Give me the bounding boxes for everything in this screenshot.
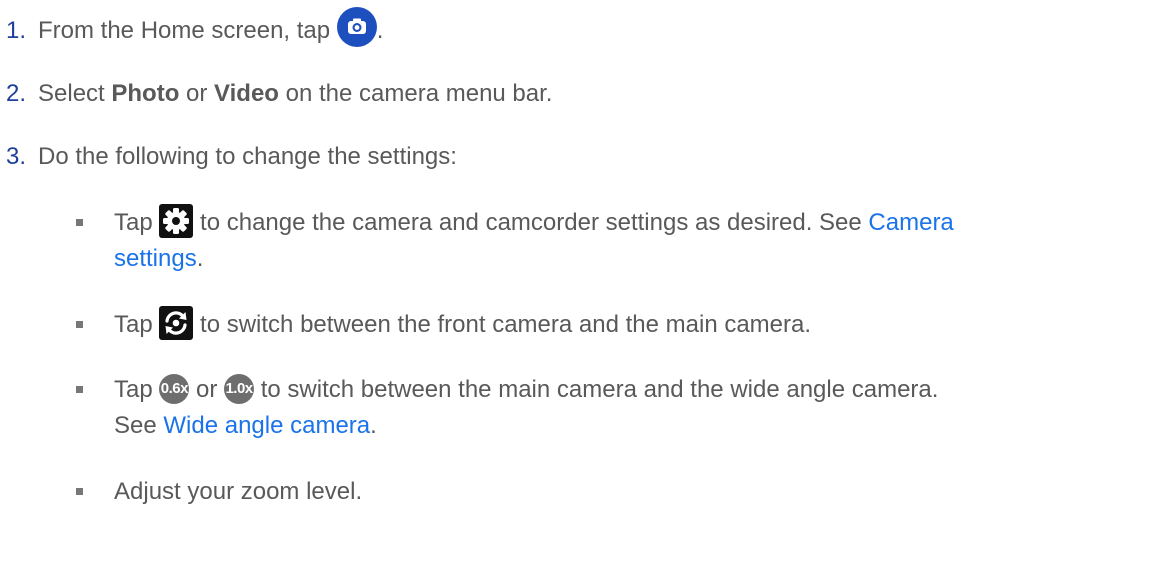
switch-camera-icon[interactable] <box>159 305 194 340</box>
gear-icon[interactable] <box>159 203 194 238</box>
bullet-text-end: . <box>370 412 377 439</box>
bullet-text-before: Tap <box>114 376 160 403</box>
zoom-1-0x-button[interactable]: 1.0x <box>224 373 255 404</box>
wide-angle-camera-link[interactable]: Wide angle camera <box>163 412 370 439</box>
step-text-before: From the Home screen, tap <box>38 17 337 44</box>
photo-mode-label: Photo <box>111 80 180 107</box>
step-text: From the Home screen, tap . <box>38 6 384 47</box>
step-text-after: . <box>376 17 384 44</box>
bullet-text: Tap to switch between the front camera a… <box>114 305 812 340</box>
bullet-text-after: to change the camera and camcorder setti… <box>193 209 869 236</box>
step-text-prefix: Select <box>38 80 112 107</box>
bullet-marker <box>76 321 83 328</box>
bullet-text-before: Tap <box>114 311 160 338</box>
camera-settings-link[interactable]: Camera <box>868 209 953 236</box>
bullet-text: Tap to change the camera and camcorder s… <box>114 203 954 238</box>
bullet-marker <box>76 219 83 226</box>
bullet-text-end: . <box>196 245 204 272</box>
camera-app-icon[interactable] <box>336 6 377 47</box>
camera-settings-link-continued[interactable]: settings <box>114 245 197 272</box>
step-text-mid: or <box>179 80 215 107</box>
zoom-0-6x-button[interactable]: 0.6x <box>159 373 190 404</box>
bullet-marker <box>76 488 83 495</box>
bullet-text-before: Tap <box>114 209 160 236</box>
bullet-text-see: See <box>114 412 164 439</box>
bullet-text-after: to switch between the main camera and th… <box>254 376 939 403</box>
bullet-text: Tap 0.6x or 1.0x to switch between the m… <box>114 373 939 405</box>
video-mode-label: Video <box>214 80 279 107</box>
step-text: Do the following to change the settings: <box>38 143 457 170</box>
step-number: 3. <box>6 143 27 170</box>
bullet-marker <box>76 386 83 393</box>
step-text: Select Photo or Video on the camera menu… <box>38 79 552 109</box>
bullet-text: Adjust your zoom level. <box>114 478 363 505</box>
step-number: 1. <box>6 17 27 44</box>
step-number: 2. <box>6 80 27 107</box>
bullet-text-after: to switch between the front camera and t… <box>193 311 812 338</box>
bullet-text: See Wide angle camera. <box>114 411 377 441</box>
bullet-text: settings. <box>114 244 203 274</box>
step-text-suffix: on the camera menu bar. <box>278 80 553 107</box>
bullet-text-mid: or <box>189 376 225 403</box>
